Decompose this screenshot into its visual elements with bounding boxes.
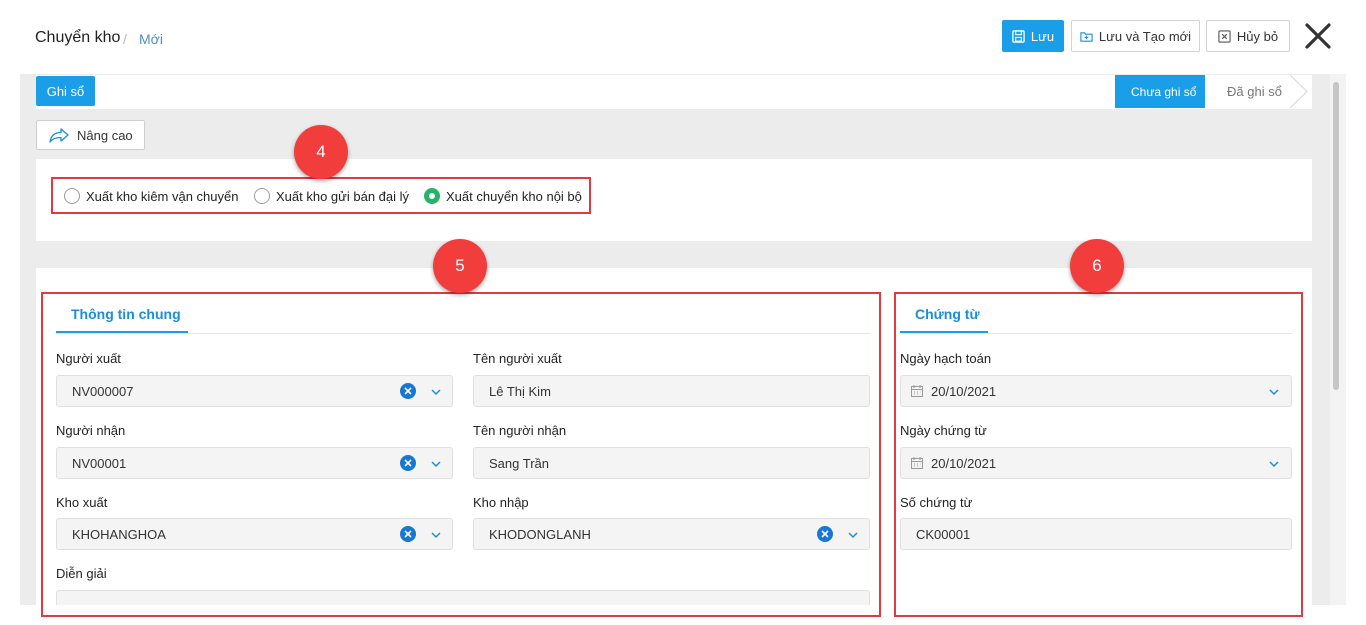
advanced-button[interactable]: Nâng cao xyxy=(36,120,145,150)
to-warehouse-value: KHODONGLANH xyxy=(489,526,591,542)
close-icon[interactable] xyxy=(1304,22,1332,50)
voucher-no-field[interactable]: CK00001 xyxy=(900,518,1292,550)
receiver-label: Người nhận xyxy=(56,423,126,438)
clear-icon[interactable] xyxy=(817,526,833,542)
save-and-new-label: Lưu và Tạo mới xyxy=(1098,28,1192,44)
chevron-down-icon[interactable] xyxy=(430,529,442,541)
save-button[interactable]: Lưu xyxy=(1002,20,1064,52)
receiver-name-label: Tên người nhận xyxy=(473,423,567,438)
chevron-down-icon[interactable] xyxy=(430,458,442,470)
receiver-name-field[interactable]: Sang Trần xyxy=(473,447,870,479)
chevron-down-icon[interactable] xyxy=(1268,386,1280,398)
calendar-icon xyxy=(911,385,923,397)
step-arrow-icon xyxy=(1290,75,1308,108)
calendar-icon xyxy=(911,457,923,469)
from-warehouse-value: KHOHANGHOA xyxy=(72,526,166,542)
cancel-button[interactable]: Hủy bỏ xyxy=(1206,20,1290,52)
save-and-new-button[interactable]: Lưu và Tạo mới xyxy=(1071,20,1200,52)
advanced-label: Nâng cao xyxy=(77,127,133,143)
posting-date-picker[interactable]: 20/10/2021 xyxy=(900,375,1292,407)
cancel-label: Hủy bỏ xyxy=(1236,28,1279,44)
clear-icon[interactable] xyxy=(400,455,416,471)
posting-date-label: Ngày hạch toán xyxy=(900,351,992,366)
clear-icon[interactable] xyxy=(400,383,416,399)
breadcrumb-status: Mới xyxy=(139,31,163,47)
description-label: Diễn giải xyxy=(56,566,107,581)
chevron-down-icon[interactable] xyxy=(430,386,442,398)
voucher-no-label: Số chứng từ xyxy=(900,495,973,510)
tab-voucher[interactable]: Chứng từ xyxy=(915,306,980,322)
sender-value: NV000007 xyxy=(72,383,134,399)
sender-label: Người xuất xyxy=(56,351,121,366)
to-warehouse-label: Kho nhập xyxy=(473,495,529,510)
tab-divider xyxy=(900,333,1292,334)
sender-name-value: Lê Thị Kim xyxy=(489,383,551,399)
posting-date-value: 20/10/2021 xyxy=(931,383,997,399)
chevron-down-icon[interactable] xyxy=(1268,458,1280,470)
sender-combobox[interactable]: NV000007 xyxy=(56,375,453,407)
voucher-date-value: 20/10/2021 xyxy=(931,455,997,471)
receiver-name-value: Sang Trần xyxy=(489,455,549,471)
callout-badge-5: 5 xyxy=(433,239,487,293)
scrollbar-thumb[interactable] xyxy=(1333,82,1339,390)
callout-badge-4: 4 xyxy=(294,125,348,179)
from-warehouse-combobox[interactable]: KHOHANGHOA xyxy=(56,518,453,550)
highlight-box-radio xyxy=(51,177,591,214)
to-warehouse-combobox[interactable]: KHODONGLANH xyxy=(473,518,870,550)
receiver-combobox[interactable]: NV00001 xyxy=(56,447,453,479)
callout-badge-6: 6 xyxy=(1070,239,1124,293)
clear-icon[interactable] xyxy=(400,526,416,542)
voucher-no-value: CK00001 xyxy=(916,526,971,542)
tab-divider xyxy=(56,333,870,334)
page-title: Chuyển kho xyxy=(35,29,121,46)
chevron-down-icon[interactable] xyxy=(847,529,859,541)
voucher-date-picker[interactable]: 20/10/2021 xyxy=(900,447,1292,479)
tab-general-info[interactable]: Thông tin chung xyxy=(71,306,181,322)
cancel-icon xyxy=(1218,29,1231,43)
folder-add-icon xyxy=(1080,31,1093,42)
description-field[interactable] xyxy=(56,590,870,605)
receiver-value: NV00001 xyxy=(72,455,127,471)
save-icon xyxy=(1012,29,1025,43)
save-label: Lưu xyxy=(1030,28,1055,44)
share-arrow-icon xyxy=(49,128,69,143)
voucher-date-label: Ngày chứng từ xyxy=(900,423,987,438)
sender-name-label: Tên người xuất xyxy=(473,351,562,366)
sender-name-field[interactable]: Lê Thị Kim xyxy=(473,375,870,407)
post-button[interactable]: Ghi sổ xyxy=(36,76,95,106)
step-unposted: Chưa ghi sổ xyxy=(1115,75,1215,108)
from-warehouse-label: Kho xuất xyxy=(56,495,108,510)
breadcrumb-separator: / xyxy=(123,31,127,47)
